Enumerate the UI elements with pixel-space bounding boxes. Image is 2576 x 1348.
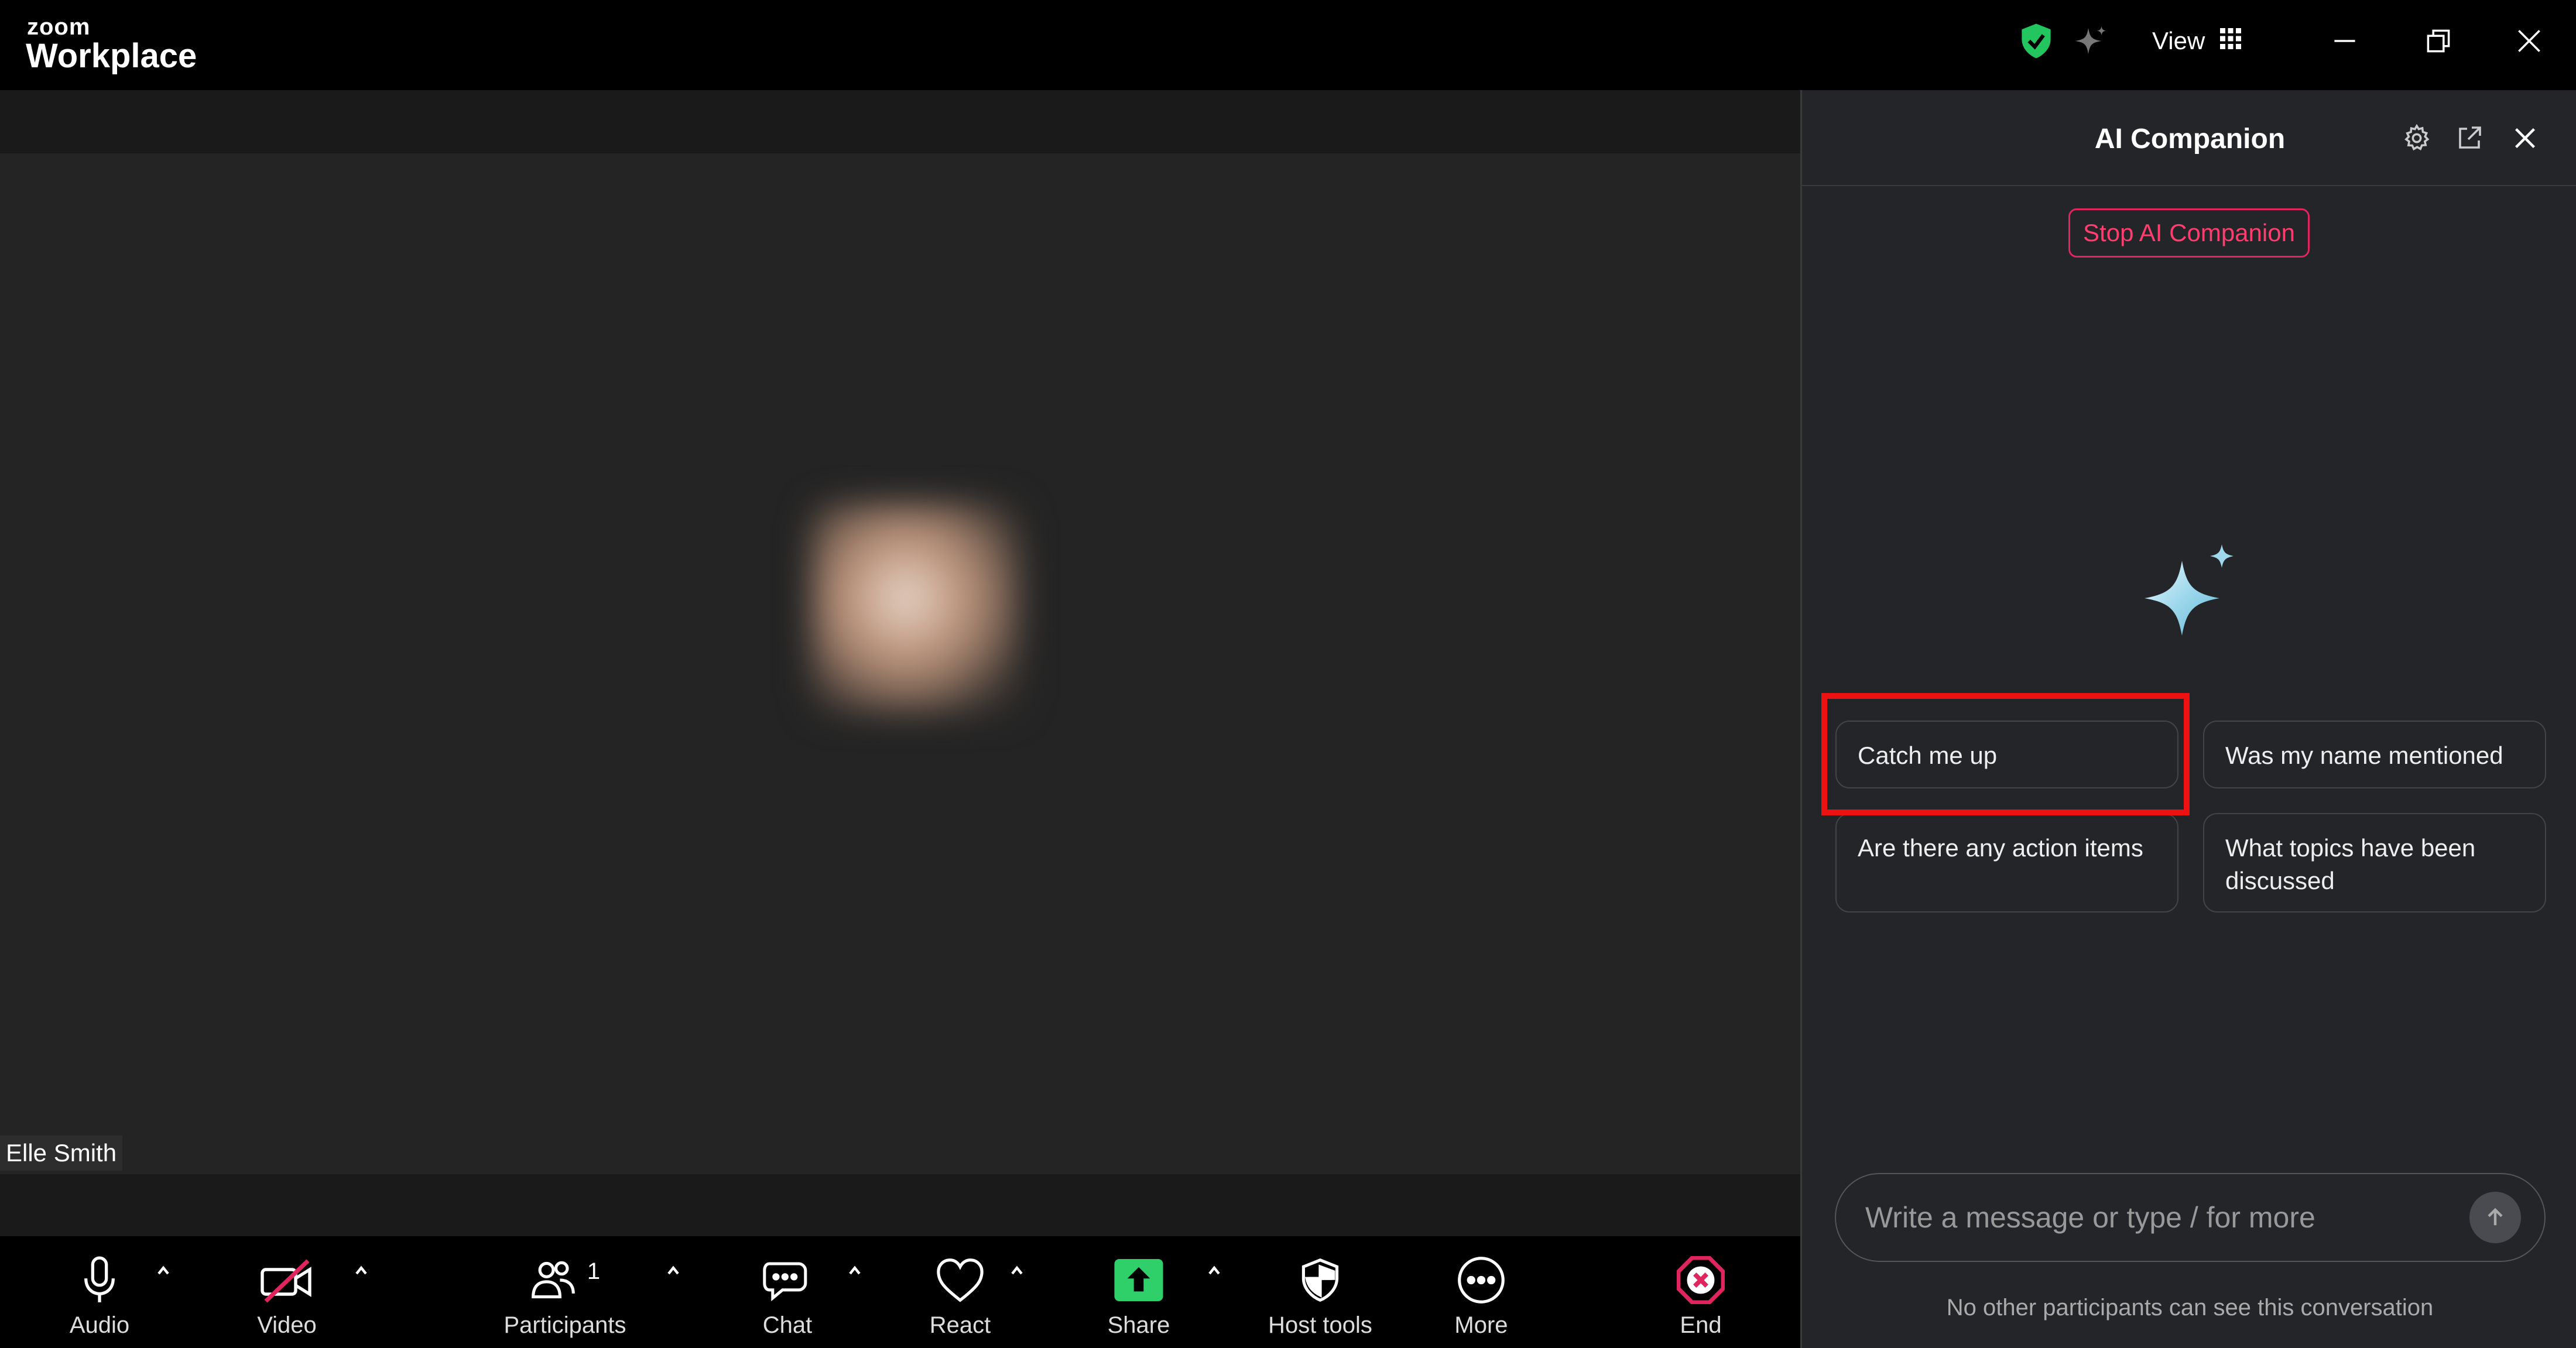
meeting-toolbar: Audio Video 1 Participants Chat React Sh… [0,1236,1800,1348]
ai-companion-sparkle-icon [2133,535,2250,652]
share-options-chevron-up-icon[interactable] [1203,1258,1226,1282]
react-label: React [929,1312,991,1338]
more-button[interactable]: More [1446,1236,1516,1348]
message-input[interactable]: Write a message or type / for more [1835,1173,2546,1262]
grid-view-icon[interactable] [2218,26,2243,52]
video-button[interactable]: Video [240,1236,334,1348]
restore-icon[interactable] [2421,23,2456,59]
participants-button[interactable]: 1 Participants [498,1236,632,1348]
highlight-annotation-box [1821,693,2190,815]
more-label: More [1454,1312,1508,1338]
share-button[interactable]: Share [1101,1236,1177,1348]
suggestion-topics-discussed[interactable]: What topics have been discussed [2203,813,2546,913]
audio-label: Audio [69,1312,130,1338]
audio-options-chevron-up-icon[interactable] [152,1258,175,1282]
stop-ai-companion-button[interactable]: Stop AI Companion [2068,208,2310,258]
close-window-icon[interactable] [2512,23,2547,59]
ai-sparkle-icon[interactable] [2073,22,2110,60]
host-tools-label: Host tools [1268,1312,1372,1338]
participant-video-blurred [811,503,1022,714]
participants-label: Participants [503,1312,626,1338]
panel-header: AI Companion [1802,90,2576,186]
chat-button[interactable]: Chat [752,1236,823,1348]
heart-icon [935,1248,985,1312]
microphone-icon [79,1248,120,1312]
chat-icon [763,1248,812,1312]
more-icon [1456,1248,1506,1312]
pop-out-icon[interactable] [2452,121,2487,156]
share-screen-icon [1114,1248,1164,1312]
suggestion-action-items[interactable]: Are there any action items [1835,813,2178,913]
video-options-chevron-up-icon[interactable] [350,1258,373,1282]
video-label: Video [257,1312,317,1338]
privacy-note: No other participants can see this conve… [1946,1295,2434,1320]
ai-companion-panel: AI Companion Stop AI Companion Catch me … [1800,90,2576,1348]
participant-name-tag: Elle Smith [0,1136,123,1171]
brand-logo: Workplace [26,37,197,75]
react-button[interactable]: React [925,1236,995,1348]
chat-label: Chat [762,1312,813,1338]
chat-options-chevron-up-icon[interactable] [843,1258,866,1282]
host-tools-button[interactable]: Host tools [1253,1236,1388,1348]
close-panel-icon[interactable] [2508,121,2543,156]
react-options-chevron-up-icon[interactable] [1005,1258,1029,1282]
participants-count: 1 [587,1258,601,1284]
title-bar: zoom Workplace View [0,0,2576,90]
view-button[interactable]: View [2152,27,2205,55]
shield-icon [1300,1248,1341,1312]
minimize-icon[interactable] [2327,23,2362,59]
encryption-shield-icon[interactable] [2017,22,2055,60]
end-label: End [1680,1312,1722,1338]
send-arrow-up-icon[interactable] [2469,1192,2521,1243]
share-label: Share [1107,1312,1170,1338]
participants-options-chevron-up-icon[interactable] [662,1258,685,1282]
settings-gear-icon[interactable] [2399,121,2434,156]
end-meeting-icon [1677,1248,1725,1312]
participants-icon: 1 [530,1248,600,1312]
end-button[interactable]: End [1669,1236,1733,1348]
video-off-icon [259,1248,315,1312]
audio-button[interactable]: Audio [59,1236,141,1348]
suggestion-name-mentioned[interactable]: Was my name mentioned [2203,721,2546,788]
